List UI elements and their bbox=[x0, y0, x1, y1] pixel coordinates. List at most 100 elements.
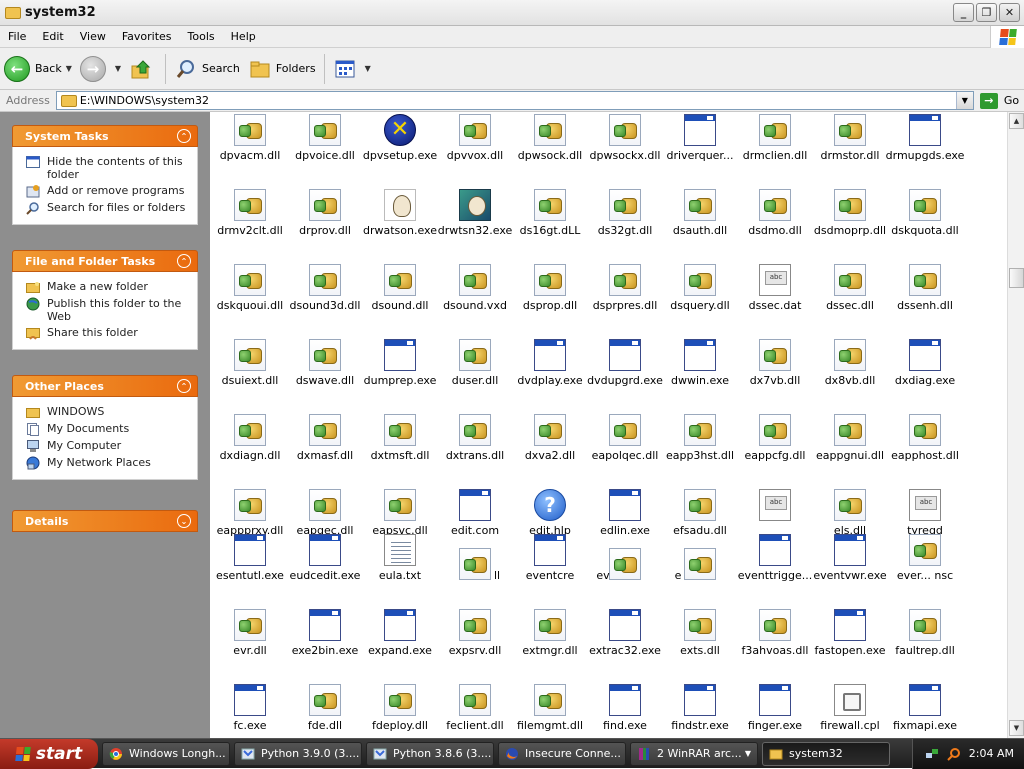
file-folder-tasks-header[interactable]: File and Folder Tasks ⌃ bbox=[12, 250, 198, 272]
taskbar-button-python386[interactable]: Python 3.8.6 (3.... bbox=[366, 741, 494, 766]
menu-file[interactable]: File bbox=[0, 30, 34, 43]
start-button[interactable]: start bbox=[0, 738, 98, 769]
file-item[interactable]: dxdiagn.dll bbox=[210, 414, 290, 484]
file-item[interactable]: dxva2.dll bbox=[510, 414, 590, 484]
views-dropdown-icon[interactable]: ▼ bbox=[365, 64, 371, 73]
expand-chevron-icon[interactable]: ⌄ bbox=[177, 514, 191, 528]
file-item[interactable]: ✕ dpvsetup.exe bbox=[360, 114, 440, 184]
file-item[interactable]: f3ahvoas.dll bbox=[735, 609, 815, 679]
hide-folder-contents-link[interactable]: Hide the contents of this folder bbox=[25, 155, 189, 181]
file-item[interactable]: eappcfg.dll bbox=[735, 414, 815, 484]
file-item[interactable]: dumprep.exe bbox=[360, 339, 440, 409]
file-item[interactable]: dssec.dat bbox=[735, 264, 815, 334]
menu-tools[interactable]: Tools bbox=[180, 30, 223, 43]
file-item[interactable]: ds16gt.dLL bbox=[510, 189, 590, 259]
system-tasks-header[interactable]: System Tasks ⌃ bbox=[12, 125, 198, 147]
file-item[interactable]: drmupgds.exe bbox=[885, 114, 965, 184]
file-item[interactable]: dssec.dll bbox=[810, 264, 890, 334]
make-new-folder-link[interactable]: Make a new folder bbox=[25, 280, 189, 294]
file-item[interactable]: dsquery.dll bbox=[660, 264, 740, 334]
up-folder-button[interactable] bbox=[125, 52, 161, 86]
file-item[interactable]: dsprpres.dll bbox=[585, 264, 665, 334]
file-item[interactable]: exe2bin.exe bbox=[285, 609, 365, 679]
file-item[interactable]: esentutl.exe bbox=[210, 534, 290, 604]
vertical-scrollbar[interactable]: ▲ ▼ bbox=[1007, 112, 1024, 738]
network-tray-icon[interactable] bbox=[925, 747, 939, 761]
file-item[interactable]: eula.txt bbox=[360, 534, 440, 604]
file-item[interactable]: dssenh.dll bbox=[885, 264, 965, 334]
file-item[interactable]: dpwsockx.dll bbox=[585, 114, 665, 184]
taskbar-button-system32[interactable]: system32 bbox=[762, 741, 890, 766]
file-item[interactable]: drwtsn32.exe bbox=[435, 189, 515, 259]
file-item[interactable]: dsuiext.dll bbox=[210, 339, 290, 409]
file-item[interactable]: eapp3hst.dll bbox=[660, 414, 740, 484]
menu-edit[interactable]: Edit bbox=[34, 30, 71, 43]
share-folder-link[interactable]: Share this folder bbox=[25, 326, 189, 340]
taskbar-button-winrar-group[interactable]: 2 WinRAR arc... ▼ bbox=[630, 741, 758, 766]
file-item[interactable]: driverquer... bbox=[660, 114, 740, 184]
file-item[interactable]: drmstor.dll bbox=[810, 114, 890, 184]
file-item[interactable]: drprov.dll bbox=[285, 189, 365, 259]
taskbar-button-browser[interactable]: Windows Longh... bbox=[102, 741, 230, 766]
file-item[interactable]: findstr.exe bbox=[660, 684, 740, 738]
add-remove-programs-link[interactable]: Add or remove programs bbox=[25, 184, 189, 198]
menu-view[interactable]: View bbox=[72, 30, 114, 43]
file-item[interactable]: dxmasf.dll bbox=[285, 414, 365, 484]
file-item[interactable]: fastopen.exe bbox=[810, 609, 890, 679]
file-item[interactable]: eappgnui.dll bbox=[810, 414, 890, 484]
file-item[interactable]: dsdmoprp.dll bbox=[810, 189, 890, 259]
file-item[interactable]: dskquota.dll bbox=[885, 189, 965, 259]
file-item[interactable]: ev bbox=[585, 548, 665, 618]
file-item[interactable]: eudcedit.exe bbox=[285, 534, 365, 604]
other-place-network[interactable]: My Network Places bbox=[25, 456, 189, 470]
file-item[interactable]: eventvwr.exe bbox=[810, 534, 890, 604]
file-item[interactable]: fde.dll bbox=[285, 684, 365, 738]
menu-favorites[interactable]: Favorites bbox=[114, 30, 180, 43]
file-item[interactable]: dsprop.dll bbox=[510, 264, 590, 334]
go-button[interactable]: → Go bbox=[979, 92, 1019, 109]
file-item[interactable]: dxtmsft.dll bbox=[360, 414, 440, 484]
file-item[interactable]: feclient.dll bbox=[435, 684, 515, 738]
file-item[interactable]: ever... nsc bbox=[885, 534, 965, 604]
file-item[interactable]: evr.dll bbox=[210, 609, 290, 679]
file-item[interactable]: dsauth.dll bbox=[660, 189, 740, 259]
file-item[interactable]: finger.exe bbox=[735, 684, 815, 738]
file-item[interactable]: dwwin.exe bbox=[660, 339, 740, 409]
file-item[interactable]: extrac32.exe bbox=[585, 609, 665, 679]
file-item[interactable]: find.exe bbox=[585, 684, 665, 738]
address-dropdown-icon[interactable]: ▼ bbox=[955, 92, 973, 109]
search-button[interactable]: Search bbox=[170, 52, 244, 86]
file-item[interactable]: duser.dll bbox=[435, 339, 515, 409]
file-item[interactable]: fc.exe bbox=[210, 684, 290, 738]
forward-dropdown-icon[interactable]: ▼ bbox=[115, 64, 121, 73]
file-item[interactable]: ds32gt.dll bbox=[585, 189, 665, 259]
file-item[interactable]: dsdmo.dll bbox=[735, 189, 815, 259]
file-item[interactable]: filemgmt.dll bbox=[510, 684, 590, 738]
views-button[interactable]: ▼ bbox=[329, 52, 375, 86]
file-item[interactable]: dskquoui.dll bbox=[210, 264, 290, 334]
file-item[interactable]: drwatson.exe bbox=[360, 189, 440, 259]
other-places-header[interactable]: Other Places ⌃ bbox=[12, 375, 198, 397]
scroll-up-arrow-icon[interactable]: ▲ bbox=[1009, 113, 1024, 129]
file-item[interactable]: dvdplay.exe bbox=[510, 339, 590, 409]
file-item[interactable]: dvdupgrd.exe bbox=[585, 339, 665, 409]
file-item[interactable]: dx7vb.dll bbox=[735, 339, 815, 409]
file-item[interactable]: drmv2clt.dll bbox=[210, 189, 290, 259]
scrollbar-thumb[interactable] bbox=[1009, 268, 1024, 288]
file-item[interactable]: dpvvox.dll bbox=[435, 114, 515, 184]
clock[interactable]: 2:04 AM bbox=[969, 747, 1014, 760]
back-dropdown-icon[interactable]: ▼ bbox=[66, 64, 72, 73]
address-input[interactable]: E:\WINDOWS\system32 ▼ bbox=[55, 91, 974, 110]
file-item[interactable]: e bbox=[660, 548, 740, 618]
file-item[interactable]: ll bbox=[435, 548, 515, 618]
search-tray-icon[interactable] bbox=[947, 747, 961, 761]
file-item[interactable]: dsound.dll bbox=[360, 264, 440, 334]
menu-help[interactable]: Help bbox=[223, 30, 264, 43]
file-item[interactable]: extmgr.dll bbox=[510, 609, 590, 679]
file-item[interactable]: expand.exe bbox=[360, 609, 440, 679]
taskbar-button-python390[interactable]: Python 3.9.0 (3.... bbox=[234, 741, 362, 766]
scroll-down-arrow-icon[interactable]: ▼ bbox=[1009, 720, 1024, 736]
file-item[interactable]: faultrep.dll bbox=[885, 609, 965, 679]
file-item[interactable]: eapolqec.dll bbox=[585, 414, 665, 484]
file-item[interactable]: dpvacm.dll bbox=[210, 114, 290, 184]
